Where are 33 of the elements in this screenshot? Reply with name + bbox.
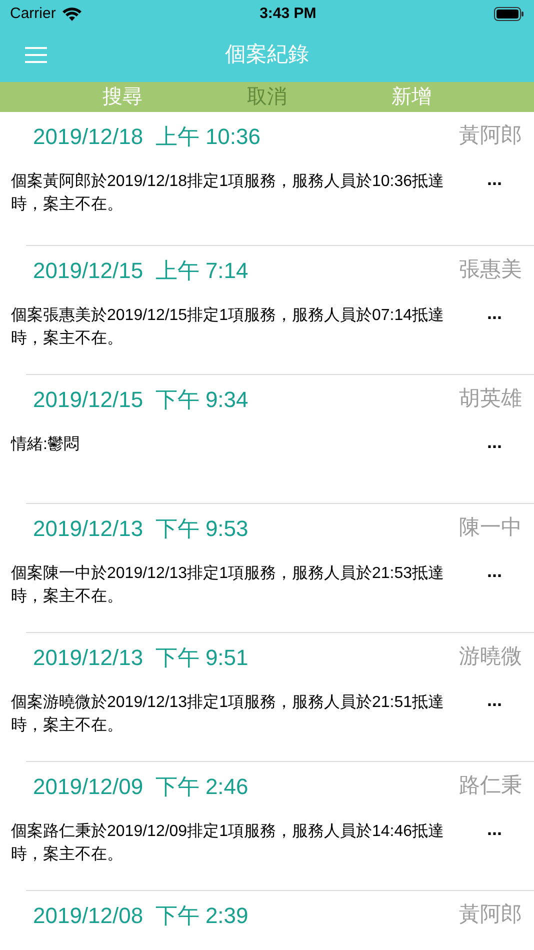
record-note: 個案張惠美於2019/12/15排定1項服務，服務人員於07:14抵達時，案主不在。 bbox=[11, 305, 446, 349]
more-button[interactable]: ... bbox=[487, 170, 502, 188]
battery-icon bbox=[494, 7, 524, 21]
record-name: 陳一中 bbox=[459, 515, 522, 542]
record-datetime: 2019/12/18 上午 10:36 bbox=[33, 122, 260, 150]
record-datetime: 2019/12/13 下午 9:51 bbox=[33, 644, 248, 672]
clock-time: 3:43 PM bbox=[260, 4, 316, 24]
record-name: 張惠美 bbox=[459, 257, 522, 284]
record-note: 個案游曉微於2019/12/13排定1項服務，服務人員於21:51抵達時，案主不在。 bbox=[11, 692, 446, 736]
menu-icon bbox=[25, 47, 47, 63]
record-datetime: 2019/12/13 下午 9:53 bbox=[33, 514, 248, 542]
more-button[interactable]: ... bbox=[487, 820, 502, 838]
record-name: 胡英雄 bbox=[459, 386, 522, 412]
record-name: 路仁秉 bbox=[459, 773, 522, 800]
record-datetime: 2019/12/08 下午 2:39 bbox=[33, 902, 248, 930]
wifi-icon bbox=[62, 6, 82, 22]
carrier-label: Carrier bbox=[10, 4, 56, 24]
record-name: 游曉微 bbox=[459, 644, 522, 670]
more-button[interactable]: ... bbox=[487, 433, 502, 451]
menu-button[interactable] bbox=[24, 45, 48, 65]
page-title: 個案紀錄 bbox=[225, 42, 309, 68]
record-name: 黃阿郎 bbox=[459, 902, 522, 928]
more-button[interactable]: ... bbox=[487, 304, 502, 322]
record-note: 個案路仁秉於2019/12/09排定1項服務，服務人員於14:46抵達時，案主不在。 bbox=[11, 821, 446, 865]
record-datetime: 2019/12/09 下午 2:46 bbox=[33, 772, 248, 800]
record-datetime: 2019/12/15 下午 9:34 bbox=[33, 386, 248, 414]
record-name: 黃阿郎 bbox=[459, 123, 522, 150]
record-note: 個案黃阿郎於2019/12/18排定1項服務，服務人員於10:36抵達時，案主不在。 bbox=[11, 171, 446, 215]
record-note: 情緒:鬱悶 bbox=[11, 434, 80, 455]
record-datetime: 2019/12/15 上午 7:14 bbox=[33, 256, 248, 284]
more-button[interactable]: ... bbox=[487, 691, 502, 709]
record-note: 個案陳一中於2019/12/13排定1項服務，服務人員於21:53抵達時，案主不在。 bbox=[11, 563, 446, 607]
more-button[interactable]: ... bbox=[487, 562, 502, 580]
